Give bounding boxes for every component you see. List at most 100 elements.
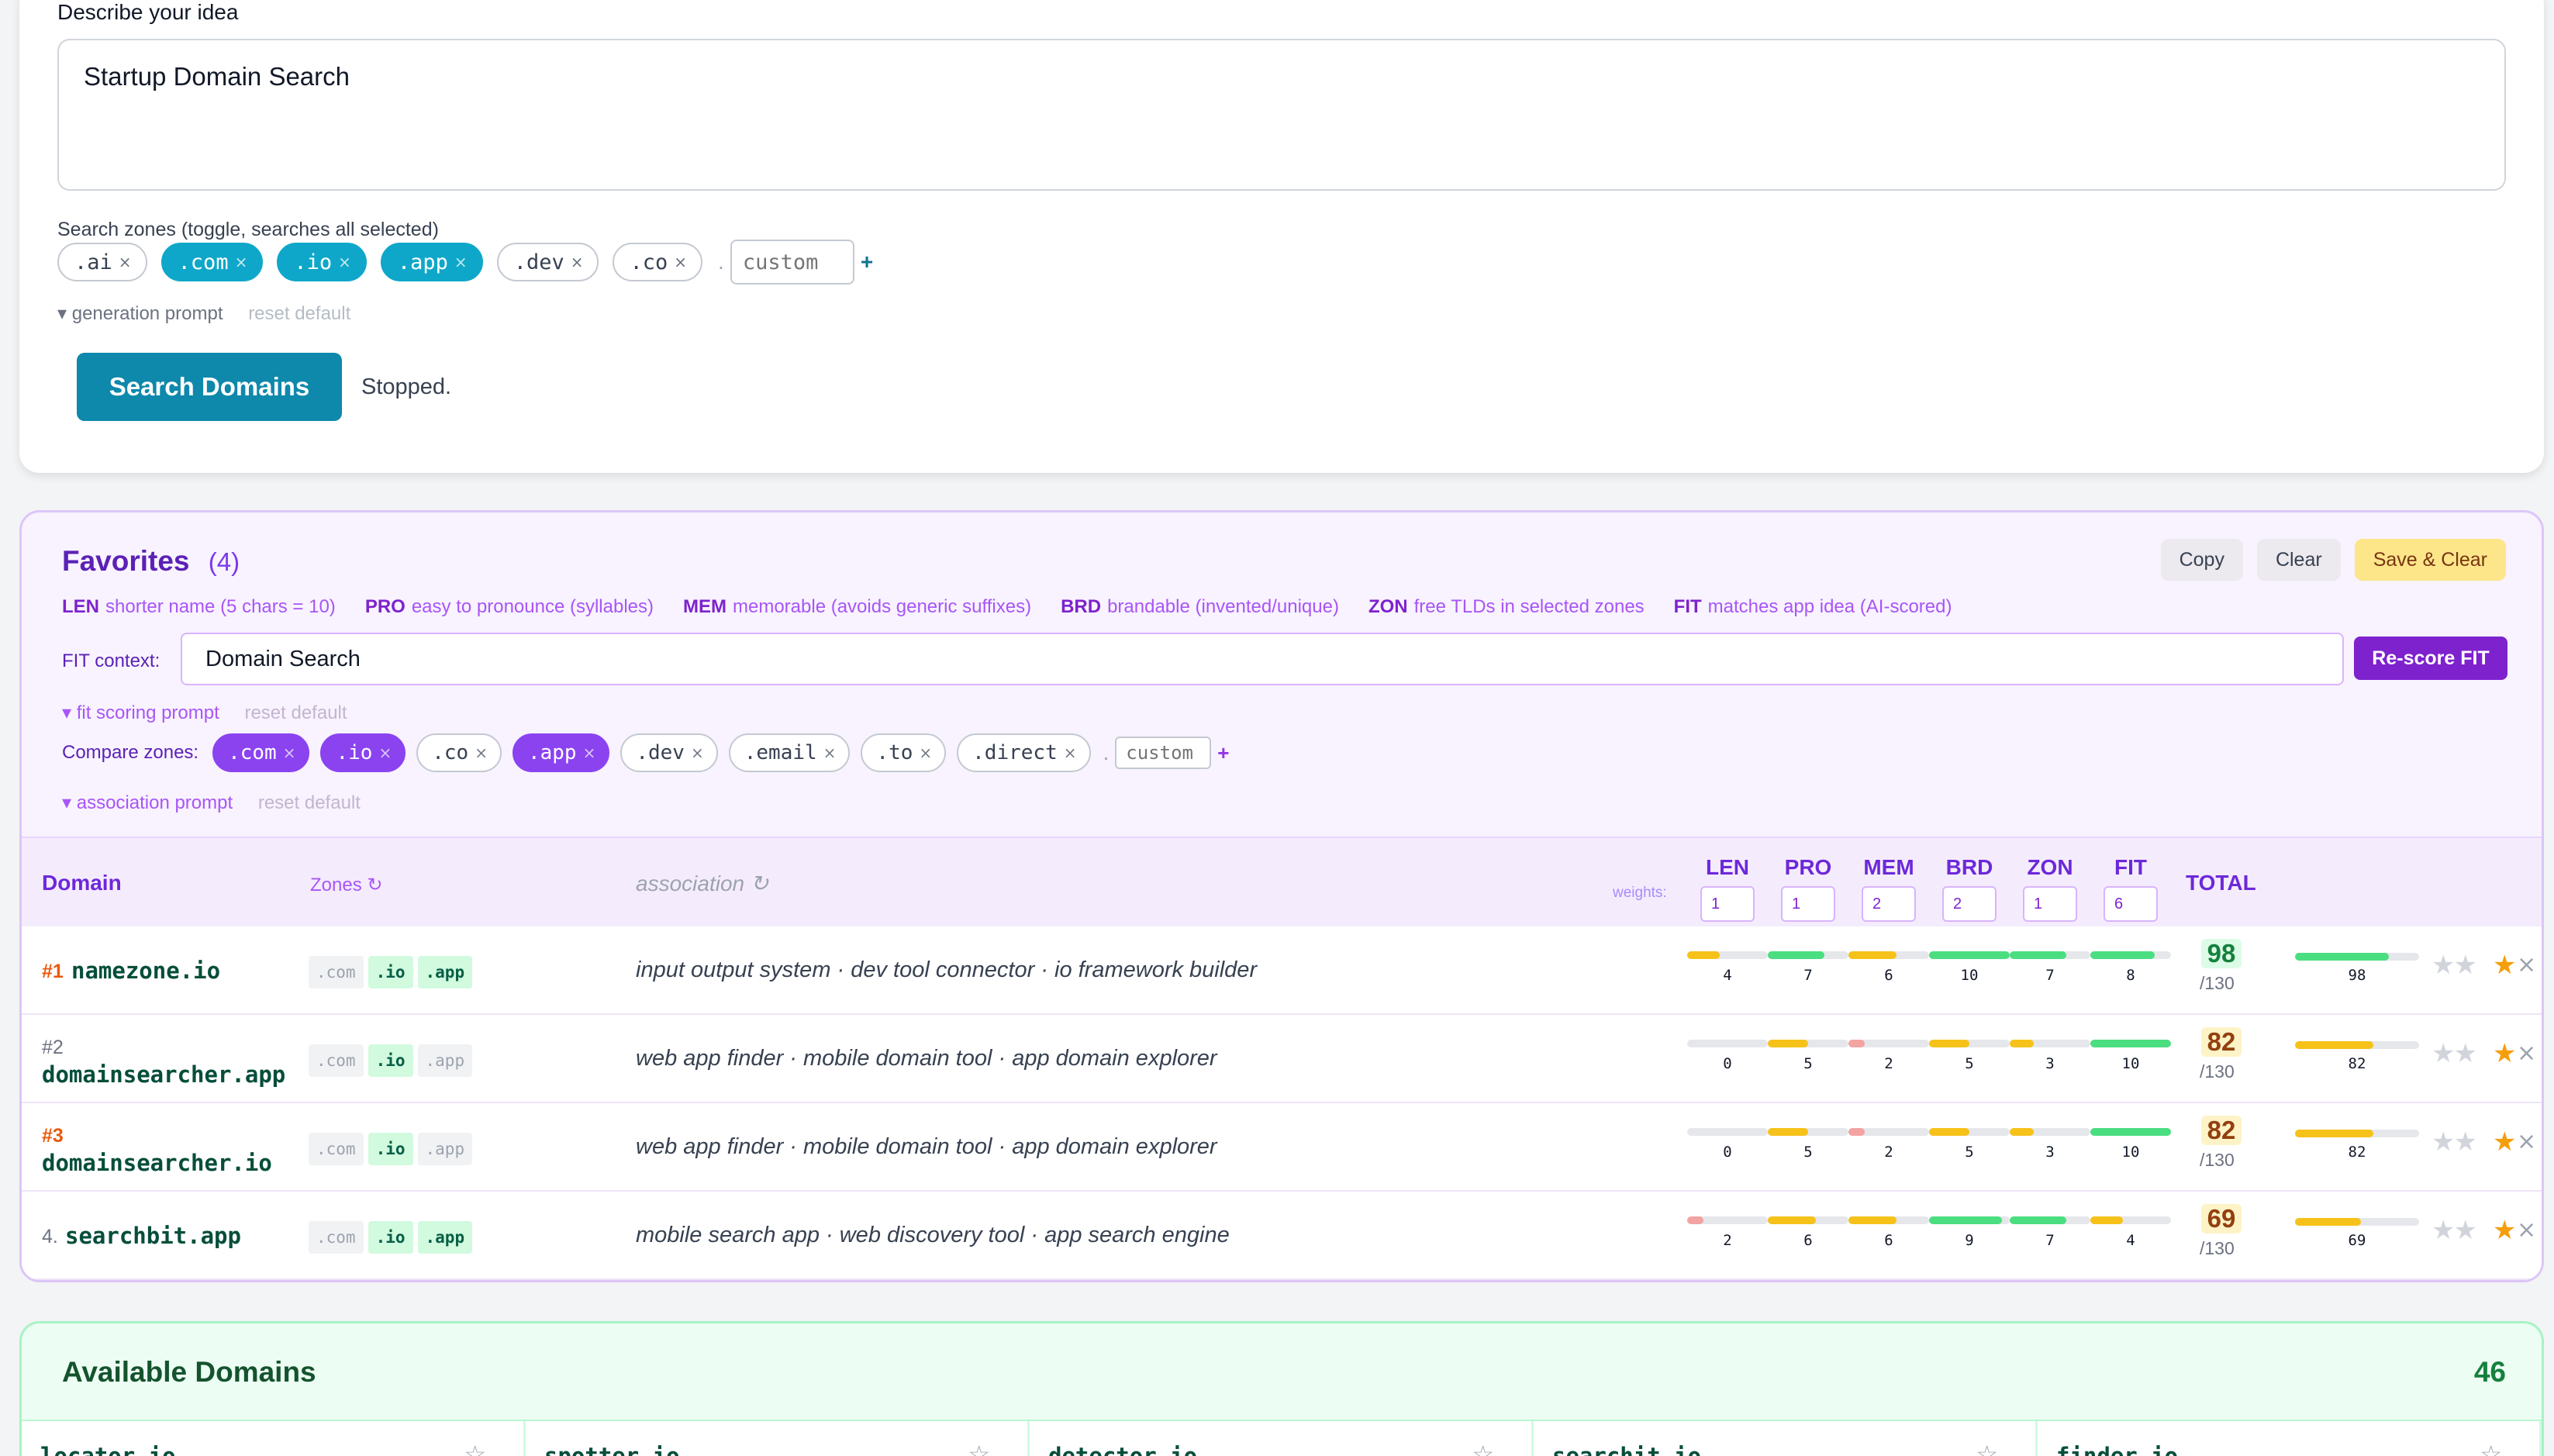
available-domain-card[interactable]: locator.io ☆ ⌄ [22, 1421, 526, 1456]
close-icon[interactable]: × [454, 253, 468, 271]
col-zones[interactable]: Zones ↻ [310, 874, 382, 896]
close-icon[interactable]: × [2517, 1128, 2536, 1155]
available-domain-card[interactable]: finder.io ☆ ⌄ [2038, 1421, 2542, 1456]
zone-status-app[interactable]: .app [417, 956, 473, 988]
star-icon[interactable]: ☆ [968, 1440, 990, 1456]
col-association[interactable]: association ↻ [636, 871, 768, 896]
close-icon[interactable]: × [919, 744, 932, 762]
close-icon[interactable]: × [119, 253, 132, 271]
close-icon[interactable]: × [2517, 1216, 2536, 1244]
chevron-down-icon[interactable]: ⌄ [1003, 1447, 1016, 1456]
domain-name[interactable]: domainsearcher.app [42, 1061, 285, 1088]
available-domain-name[interactable]: searchit.io [1552, 1443, 1701, 1456]
weight-input-mem[interactable]: 2 [1862, 886, 1916, 922]
zone-status-com[interactable]: .com [309, 1133, 364, 1165]
zone-chip-app[interactable]: .app × [380, 243, 483, 281]
weight-input-pro[interactable]: 1 [1781, 886, 1835, 922]
fit-context-input[interactable]: Domain Search [181, 633, 2344, 685]
weight-input-zon[interactable]: 1 [2023, 886, 2077, 922]
reset-default-link[interactable]: reset default [258, 792, 361, 813]
fit-scoring-prompt-toggle[interactable]: ▾ fit scoring prompt reset default [62, 702, 347, 724]
close-icon[interactable]: × [2517, 951, 2536, 978]
star-icon[interactable]: ★ [2453, 1215, 2477, 1246]
star-icon[interactable]: ★ [2453, 1038, 2477, 1069]
close-icon[interactable]: × [235, 253, 248, 271]
custom-compare-zone-input[interactable] [1115, 737, 1212, 769]
star-icon[interactable]: ★ [2493, 1038, 2517, 1069]
star-icon[interactable]: ★ [2431, 1127, 2456, 1158]
compare-zone-chip-dev[interactable]: .dev × [620, 733, 718, 772]
domain-name[interactable]: namezone.io [71, 957, 220, 984]
zone-status-com[interactable]: .com [309, 1221, 364, 1254]
available-domain-name[interactable]: detector.io [1048, 1443, 1197, 1456]
custom-zone-input[interactable] [730, 240, 854, 285]
star-icon[interactable]: ☆ [464, 1440, 486, 1456]
reset-default-link[interactable]: reset default [248, 303, 350, 324]
save-and-clear-button[interactable]: Save & Clear [2354, 539, 2506, 581]
generation-prompt-toggle[interactable]: ▾ generation prompt reset default [57, 302, 350, 325]
close-icon[interactable]: × [691, 744, 704, 762]
chevron-down-icon[interactable]: ⌄ [2514, 1447, 2528, 1456]
zone-chip-io[interactable]: .io × [277, 243, 367, 281]
compare-zone-chip-app[interactable]: .app × [512, 733, 610, 772]
available-domain-card[interactable]: spotter.io ☆ ⌄ [526, 1421, 1030, 1456]
copy-button[interactable]: Copy [2160, 539, 2243, 581]
clear-button[interactable]: Clear [2256, 539, 2341, 581]
zone-status-com[interactable]: .com [309, 1044, 364, 1077]
col-total[interactable]: TOTAL [2186, 871, 2256, 895]
weight-input-fit[interactable]: 6 [2104, 886, 2158, 922]
zone-status-io[interactable]: .io [368, 1221, 413, 1254]
compare-zone-chip-io[interactable]: .io × [320, 733, 406, 772]
zone-status-app[interactable]: .app [417, 1221, 473, 1254]
star-icon[interactable]: ☆ [1472, 1440, 1494, 1456]
star-icon[interactable]: ★ [2493, 1215, 2517, 1246]
zone-chip-com[interactable]: .com × [160, 243, 264, 281]
weight-input-brd[interactable]: 2 [1942, 886, 1997, 922]
close-icon[interactable]: × [674, 253, 687, 271]
available-domain-name[interactable]: spotter.io [544, 1443, 680, 1456]
reset-default-link[interactable]: reset default [244, 702, 347, 723]
association-prompt-toggle[interactable]: ▾ association prompt reset default [62, 792, 361, 814]
available-domain-card[interactable]: searchit.io ☆ ⌄ [1534, 1421, 2038, 1456]
idea-textarea[interactable]: Startup Domain Search [57, 39, 2506, 191]
search-domains-button[interactable]: Search Domains [77, 353, 342, 421]
col-domain[interactable]: Domain [42, 871, 122, 895]
zone-status-app[interactable]: .app [417, 1044, 473, 1077]
available-domain-card[interactable]: detector.io ☆ ⌄ [1030, 1421, 1534, 1456]
close-icon[interactable]: × [583, 744, 596, 762]
chevron-down-icon[interactable]: ⌄ [1507, 1447, 1520, 1456]
compare-zone-chip-co[interactable]: .co × [416, 733, 502, 772]
weight-input-len[interactable]: 1 [1700, 886, 1755, 922]
star-icon[interactable]: ☆ [2480, 1440, 2502, 1456]
zone-chip-co[interactable]: .co × [613, 243, 703, 281]
compare-zone-chip-com[interactable]: .com × [212, 733, 310, 772]
chevron-down-icon[interactable]: ⌄ [2010, 1447, 2024, 1456]
zone-status-io[interactable]: .io [368, 1133, 413, 1165]
close-icon[interactable]: × [823, 744, 837, 762]
close-icon[interactable]: × [283, 744, 296, 762]
compare-zone-chip-email[interactable]: .email × [728, 733, 851, 772]
close-icon[interactable]: × [1064, 744, 1077, 762]
close-icon[interactable]: × [338, 253, 351, 271]
star-icon[interactable]: ★ [2493, 1127, 2517, 1158]
association-prompt-label[interactable]: ▾ association prompt [62, 792, 233, 813]
add-compare-zone-button[interactable]: + [1217, 741, 1229, 765]
close-icon[interactable]: × [475, 744, 488, 762]
rescore-fit-button[interactable]: Re-score FIT [2354, 637, 2507, 680]
star-icon[interactable]: ★ [2431, 950, 2456, 981]
zone-status-io[interactable]: .io [368, 1044, 413, 1077]
star-icon[interactable]: ☆ [1976, 1440, 1998, 1456]
domain-name[interactable]: searchbit.app [65, 1223, 241, 1249]
zone-chip-dev[interactable]: .dev × [496, 243, 599, 281]
fit-scoring-prompt-label[interactable]: ▾ fit scoring prompt [62, 702, 219, 723]
star-icon[interactable]: ★ [2493, 950, 2517, 981]
zone-status-com[interactable]: .com [309, 956, 364, 988]
star-icon[interactable]: ★ [2431, 1038, 2456, 1069]
zone-status-io[interactable]: .io [368, 956, 413, 988]
zone-chip-ai[interactable]: .ai × [57, 243, 147, 281]
available-domain-name[interactable]: finder.io [2056, 1443, 2178, 1456]
star-icon[interactable]: ★ [2431, 1215, 2456, 1246]
zone-status-app[interactable]: .app [417, 1133, 473, 1165]
compare-zone-chip-direct[interactable]: .direct × [957, 733, 1091, 772]
generation-prompt-label[interactable]: ▾ generation prompt [57, 303, 223, 324]
